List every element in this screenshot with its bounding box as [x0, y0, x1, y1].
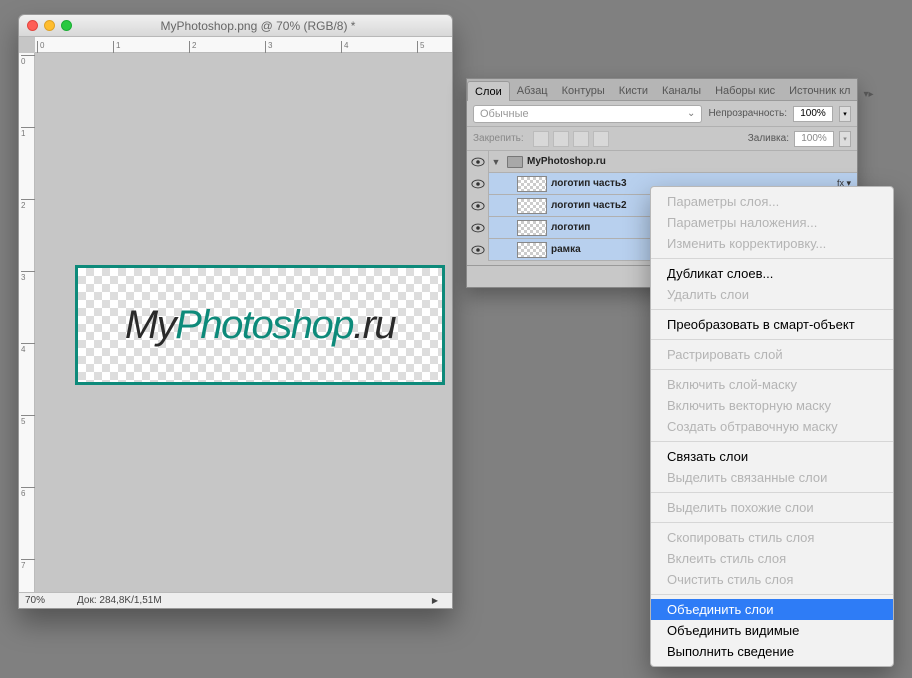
blend-mode-dropdown[interactable]: Обычные [473, 105, 702, 123]
titlebar: MyPhotoshop.png @ 70% (RGB/8) * [19, 15, 452, 37]
tab-paths[interactable]: Контуры [555, 81, 612, 100]
context-menu-item[interactable]: Преобразовать в смарт-объект [651, 314, 893, 335]
layer-thumbnail[interactable] [517, 242, 547, 258]
panel-tabs: Слои Абзац Контуры Кисти Каналы Наборы к… [467, 79, 857, 101]
fill-field[interactable]: 100% [794, 131, 834, 147]
tab-paragraph[interactable]: Абзац [510, 81, 555, 100]
lock-position-icon[interactable] [573, 131, 589, 147]
tab-channels[interactable]: Каналы [655, 81, 708, 100]
fill-label: Заливка: [748, 133, 789, 144]
context-menu-separator [651, 594, 893, 595]
lock-pixels-icon[interactable] [553, 131, 569, 147]
context-menu-item: Параметры слоя... [651, 191, 893, 212]
context-menu-item: Выделить связанные слои [651, 467, 893, 488]
status-bar: 70% Док: 284,8K/1,51M ▶ [19, 592, 452, 608]
context-menu-item: Создать обтравочную маску [651, 416, 893, 437]
document-size: Док: 284,8K/1,51M [77, 595, 162, 606]
opacity-stepper[interactable]: ▾ [839, 106, 851, 122]
tab-clone-source[interactable]: Источник кл [782, 81, 857, 100]
tab-brush-presets[interactable]: Наборы кис [708, 81, 782, 100]
context-menu-separator [651, 339, 893, 340]
ruler-tick: 7 [21, 559, 35, 570]
visibility-toggle[interactable] [467, 173, 489, 195]
ruler-tick: 0 [37, 41, 44, 53]
zoom-level[interactable]: 70% [25, 595, 45, 606]
context-menu-item[interactable]: Дубликат слоев... [651, 263, 893, 284]
document-window: MyPhotoshop.png @ 70% (RGB/8) * 0 1 2 3 … [18, 14, 453, 609]
ruler-tick: 1 [113, 41, 120, 53]
opacity-label: Непрозрачность: [708, 108, 787, 119]
context-menu-item: Выделить похожие слои [651, 497, 893, 518]
panel-menu-icon[interactable]: ▾▸ [857, 89, 879, 100]
ruler-vertical[interactable]: 0 1 2 3 4 5 6 7 [19, 53, 35, 592]
ruler-horizontal[interactable]: 0 1 2 3 4 5 [35, 37, 452, 53]
layer-name[interactable]: MyPhotoshop.ru [527, 156, 857, 167]
context-menu-item[interactable]: Объединить слои [651, 599, 893, 620]
panel-row-lock: Закрепить: Заливка: 100% ▾ [467, 127, 857, 151]
lock-label: Закрепить: [473, 133, 524, 144]
lock-transparency-icon[interactable] [533, 131, 549, 147]
context-menu-separator [651, 441, 893, 442]
lock-all-icon[interactable] [593, 131, 609, 147]
ruler-tick: 6 [21, 487, 35, 498]
window-traffic-lights [27, 20, 72, 31]
tab-brushes[interactable]: Кисти [612, 81, 655, 100]
ruler-tick: 2 [189, 41, 196, 53]
fill-stepper[interactable]: ▾ [839, 131, 851, 147]
canvas[interactable]: MyPhotoshop.ru [35, 53, 452, 592]
layer-thumbnail[interactable] [517, 176, 547, 192]
context-menu-item: Удалить слои [651, 284, 893, 305]
group-disclosure-icon[interactable]: ▼ [489, 157, 503, 167]
context-menu-separator [651, 522, 893, 523]
logo-frame: MyPhotoshop.ru [75, 265, 445, 385]
visibility-toggle[interactable] [467, 217, 489, 239]
layer-group-row[interactable]: ▼ MyPhotoshop.ru [467, 151, 857, 173]
ruler-tick: 3 [265, 41, 272, 53]
folder-icon [507, 156, 523, 168]
ruler-tick: 4 [21, 343, 35, 354]
context-menu-item[interactable]: Выполнить сведение [651, 641, 893, 662]
context-menu-item: Параметры наложения... [651, 212, 893, 233]
context-menu-item: Скопировать стиль слоя [651, 527, 893, 548]
opacity-field[interactable]: 100% [793, 106, 833, 122]
window-title: MyPhotoshop.png @ 70% (RGB/8) * [72, 19, 444, 33]
layer-thumbnail[interactable] [517, 220, 547, 236]
ruler-tick: 5 [21, 415, 35, 426]
ruler-tick: 4 [341, 41, 348, 53]
context-menu-item: Изменить корректировку... [651, 233, 893, 254]
context-menu-item: Очистить стиль слоя [651, 569, 893, 590]
logo-text: MyPhotoshop.ru [125, 303, 395, 348]
context-menu-item: Включить векторную маску [651, 395, 893, 416]
visibility-toggle[interactable] [467, 239, 489, 261]
logo-part-photoshop: Photoshop [175, 303, 353, 347]
logo-part-my: My [125, 303, 175, 347]
ruler-tick: 0 [21, 55, 35, 66]
layer-thumbnail[interactable] [517, 198, 547, 214]
visibility-toggle[interactable] [467, 195, 489, 217]
ruler-tick: 1 [21, 127, 35, 138]
logo-part-ru: .ru [353, 303, 395, 347]
status-menu-icon[interactable]: ▶ [432, 596, 438, 605]
context-menu-item[interactable]: Связать слои [651, 446, 893, 467]
context-menu-item: Растрировать слой [651, 344, 893, 365]
context-menu-separator [651, 369, 893, 370]
context-menu-item: Вклеить стиль слоя [651, 548, 893, 569]
ruler-tick: 5 [417, 41, 424, 53]
lock-icons [533, 131, 609, 147]
layer-context-menu: Параметры слоя...Параметры наложения...И… [650, 186, 894, 667]
context-menu-separator [651, 309, 893, 310]
ruler-tick: 2 [21, 199, 35, 210]
close-window-button[interactable] [27, 20, 38, 31]
panel-row-blend: Обычные Непрозрачность: 100% ▾ [467, 101, 857, 127]
context-menu-item: Включить слой-маску [651, 374, 893, 395]
visibility-toggle[interactable] [467, 151, 489, 173]
ruler-tick: 3 [21, 271, 35, 282]
tab-layers[interactable]: Слои [467, 81, 510, 101]
context-menu-separator [651, 258, 893, 259]
zoom-window-button[interactable] [61, 20, 72, 31]
minimize-window-button[interactable] [44, 20, 55, 31]
blend-mode-value: Обычные [480, 108, 529, 120]
context-menu-item[interactable]: Объединить видимые [651, 620, 893, 641]
context-menu-separator [651, 492, 893, 493]
